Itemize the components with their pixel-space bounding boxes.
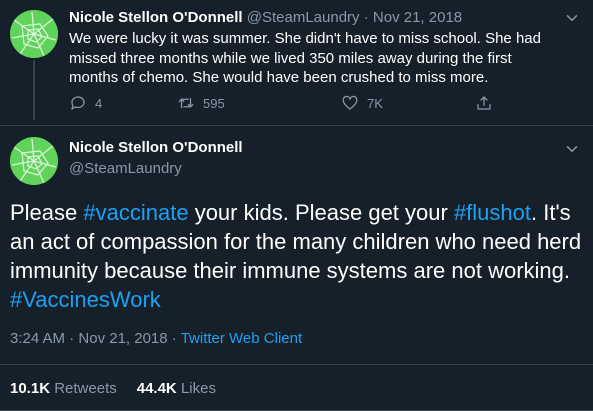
like-count: 7K <box>367 95 383 111</box>
main-avatar[interactable] <box>10 137 58 185</box>
reply-header: Nicole Stellon O'Donnell @SteamLaundry ·… <box>69 9 462 27</box>
reply-more-button[interactable] <box>563 9 581 27</box>
reply-action-bar: 4 595 7K <box>69 94 499 116</box>
stats-divider-top <box>0 364 593 365</box>
meta-separator: · <box>69 330 75 347</box>
retweets-stat[interactable]: 10.1K Retweets <box>10 380 117 397</box>
main-handle[interactable]: @SteamLaundry <box>69 160 182 178</box>
hashtag-vaccinate[interactable]: #vaccinate <box>83 200 188 225</box>
reply-button[interactable]: 4 <box>69 94 102 112</box>
main-tweet-text: Please #vaccinate your kids. Please get … <box>10 198 585 314</box>
like-button[interactable]: 7K <box>341 94 383 112</box>
main-more-button[interactable] <box>563 140 581 158</box>
reply-text: We were lucky it was summer. She didn't … <box>69 30 541 86</box>
heart-icon <box>342 95 358 110</box>
text-segment: your kids. Please get your <box>188 200 454 225</box>
meta-separator: · <box>171 330 177 347</box>
tweet-time[interactable]: 3:24 AM <box>10 330 65 347</box>
likes-label: Likes <box>180 380 216 397</box>
thread-line <box>33 60 35 120</box>
retweet-button[interactable]: 595 <box>177 94 225 112</box>
retweet-icon <box>178 97 194 109</box>
avatar-image <box>10 137 58 185</box>
tweet-metadata: 3:24 AM · Nov 21, 2018 · Twitter Web Cli… <box>10 330 302 348</box>
reply-separator: · <box>363 9 369 26</box>
chevron-down-icon <box>566 146 578 152</box>
avatar-image <box>10 10 58 58</box>
reply-handle[interactable]: @SteamLaundry <box>247 9 360 26</box>
reply-display-name[interactable]: Nicole Stellon O'Donnell <box>69 9 243 26</box>
share-button[interactable] <box>475 94 493 112</box>
hashtag-flushot[interactable]: #flushot <box>454 200 531 225</box>
main-display-name[interactable]: Nicole Stellon O'Donnell <box>69 139 243 157</box>
reply-avatar[interactable] <box>10 10 58 58</box>
reply-date[interactable]: Nov 21, 2018 <box>373 9 462 26</box>
text-segment: Please <box>10 200 84 225</box>
retweets-label: Retweets <box>54 380 117 397</box>
chevron-down-icon <box>566 15 578 21</box>
tweet-date[interactable]: Nov 21, 2018 <box>78 330 167 347</box>
tweet-stats: 10.1K Retweets 44.4K Likes <box>10 380 216 398</box>
share-icon <box>477 96 491 110</box>
retweet-count: 595 <box>203 95 225 111</box>
hashtag-vaccineswork[interactable]: #VaccinesWork <box>10 287 161 312</box>
tweet-client[interactable]: Twitter Web Client <box>181 330 302 347</box>
likes-count: 44.4K <box>136 380 177 397</box>
retweets-count: 10.1K <box>10 380 51 397</box>
comment-icon <box>71 96 85 110</box>
reply-count: 4 <box>95 95 103 111</box>
tweet-divider <box>0 125 593 126</box>
likes-stat[interactable]: 44.4K Likes <box>137 380 216 397</box>
